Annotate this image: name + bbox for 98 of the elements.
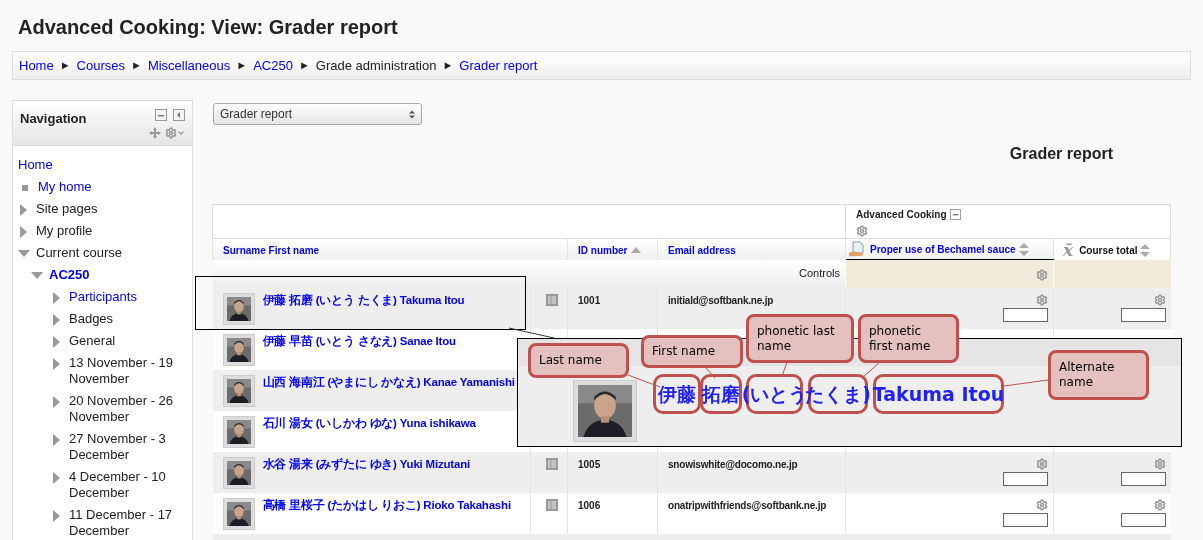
expanded-arrow-icon[interactable] [18, 250, 30, 257]
settings-icon[interactable] [856, 225, 868, 237]
collapsed-arrow-icon[interactable] [53, 434, 60, 446]
nav-link[interactable]: 13 November - 19 November [69, 355, 186, 387]
settings-icon[interactable] [1036, 293, 1048, 306]
breadcrumb-link[interactable]: Miscellaneous [147, 55, 231, 76]
student-name-link[interactable]: 高橋 里桜子 (たかはし りおこ) Rioko Takahashi [262, 497, 511, 512]
controls-label: Controls [799, 267, 840, 280]
leader-line [861, 361, 881, 379]
id-number: 1006 [578, 499, 601, 511]
nav-link[interactable]: Participants [69, 289, 137, 305]
report-select[interactable]: Grader report [213, 103, 422, 125]
column-header-link[interactable]: Email address [668, 242, 736, 258]
nav-link[interactable]: 20 November - 26 November [69, 393, 186, 425]
breadcrumb-link[interactable]: Courses [76, 55, 125, 76]
category-name: Advanced Cooking [856, 208, 947, 222]
leader-line [781, 361, 788, 377]
grade-input[interactable] [1120, 471, 1166, 486]
collapsed-arrow-icon[interactable] [53, 396, 60, 408]
column-header-link[interactable]: Course total [1079, 242, 1138, 258]
collapsed-arrow-icon[interactable] [20, 226, 27, 238]
leader-line [1003, 379, 1049, 387]
nav-link[interactable]: Site pages [36, 201, 98, 217]
nav-link[interactable]: Badges [69, 311, 114, 327]
grade-input[interactable] [1003, 307, 1048, 322]
nav-link[interactable]: General [69, 333, 116, 349]
settings-icon[interactable] [1153, 457, 1166, 470]
collapsed-arrow-icon[interactable] [53, 472, 60, 484]
breadcrumb-link[interactable]: AC250 [253, 55, 293, 76]
report-heading: Grader report [1009, 144, 1113, 164]
breadcrumb-separator: ► [298, 58, 310, 74]
email-address: snowiswhite@docomo.ne.jp [668, 458, 798, 470]
collapse-icon[interactable] [949, 209, 961, 220]
breadcrumb-separator: ► [131, 58, 142, 74]
student-name-link[interactable]: 伊藤 早苗 (いとう さなえ) Sanae Itou [262, 333, 456, 348]
collapsed-arrow-icon[interactable] [53, 510, 60, 522]
grade-input[interactable] [1120, 307, 1166, 322]
expanded-arrow-icon[interactable] [31, 272, 43, 279]
bullet-icon [22, 185, 28, 191]
id-number: 1001 [578, 294, 601, 306]
sort-up-icon[interactable] [631, 247, 642, 253]
block-title: Navigation [20, 110, 87, 128]
grade-input[interactable] [1003, 512, 1048, 527]
dock-icon[interactable] [173, 109, 185, 121]
settings-icon[interactable] [1153, 293, 1166, 306]
student-name-link[interactable]: 伊藤 拓磨 (いとう たくま) Takuma Itou [262, 292, 465, 307]
page-title: Advanced Cooking: View: Grader report [17, 15, 399, 40]
nav-link[interactable]: 27 November - 3 December [69, 431, 186, 463]
nav-link[interactable]: 4 December - 10 December [69, 469, 186, 501]
callout-label: phonetic first name [858, 314, 959, 363]
grid-icon[interactable] [546, 457, 558, 470]
leader-line [704, 366, 716, 379]
settings-icon[interactable] [1036, 457, 1048, 470]
sort-icon[interactable] [1018, 242, 1029, 256]
nav-link[interactable]: My profile [36, 223, 93, 239]
settings-icon[interactable] [1036, 268, 1048, 281]
leader-line [508, 327, 555, 339]
name-part: 伊藤 [653, 374, 701, 414]
grid-icon[interactable] [546, 498, 558, 511]
collapsed-arrow-icon[interactable] [53, 314, 60, 326]
nav-link[interactable]: 11 December - 17 December [69, 507, 186, 539]
select-arrows-icon [409, 109, 415, 119]
email-address: onatripwithfriends@softbank.ne.jp [668, 499, 827, 511]
breadcrumb-separator: ► [59, 58, 71, 74]
breadcrumb-link[interactable]: Grader report [459, 55, 538, 76]
collapsed-arrow-icon[interactable] [20, 204, 27, 216]
breadcrumb-link[interactable]: Home [19, 55, 54, 76]
move-icon[interactable] [149, 127, 161, 139]
collapsed-arrow-icon[interactable] [53, 358, 60, 370]
nav-link[interactable]: My home [38, 179, 92, 195]
mean-symbol-icon: x̄ [1063, 243, 1074, 257]
settings-menu-icon[interactable] [165, 127, 185, 139]
collapsed-arrow-icon[interactable] [53, 292, 60, 304]
nav-link[interactable]: AC250 [49, 267, 90, 283]
breadcrumb-separator: ► [442, 58, 454, 74]
callout-label: phonetic last name [746, 314, 854, 363]
id-number: 1005 [578, 458, 601, 470]
collapsed-arrow-icon[interactable] [53, 336, 60, 348]
breadcrumb-separator: ► [236, 58, 248, 74]
settings-icon[interactable] [1036, 498, 1048, 511]
student-name-link[interactable]: 水谷 湯来 (みずたに ゆき) Yuki Mizutani [262, 456, 470, 471]
callout-label: Alternate name [1048, 350, 1149, 400]
grid-icon[interactable] [546, 293, 558, 306]
student-name-link[interactable]: 石川 湯女 (いしかわ ゆな) Yuna ishikawa [262, 415, 476, 430]
document-hand-icon [848, 241, 866, 257]
column-header-link[interactable]: ID number [578, 242, 628, 258]
nav-link[interactable]: Current course [36, 245, 122, 261]
grade-input[interactable] [1003, 471, 1048, 486]
student-name-link[interactable]: 山西 海南江 (やまにし かなえ) Kanae Yamanishi [262, 374, 515, 389]
minimize-icon[interactable] [155, 109, 167, 121]
callout-label: First name [641, 335, 743, 368]
callout-label: Last name [528, 343, 629, 378]
settings-icon[interactable] [1153, 498, 1166, 511]
grade-input[interactable] [1120, 512, 1166, 527]
sort-icon[interactable] [1140, 243, 1151, 257]
email-address: initiald@softbank.ne.jp [668, 294, 774, 306]
column-header-link[interactable]: Surname First name [223, 242, 320, 258]
nav-link[interactable]: Home [18, 157, 53, 173]
